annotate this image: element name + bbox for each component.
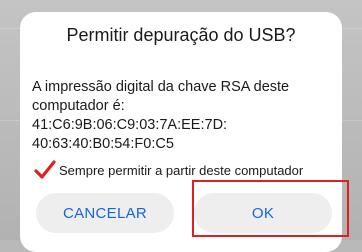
rsa-fingerprint-line: 41:C6:9B:06:C9:03:7A:EE:7D: [32,117,228,133]
always-allow-checkbox[interactable]: Sempre permitir a partir deste computado… [34,160,303,180]
cancel-button[interactable]: CANCELAR [36,193,174,233]
ok-highlight-box [192,180,349,237]
rsa-fingerprint-line: 40:63:40:B0:54:F0:C5 [32,136,174,152]
dialog-title: Permitir depuração do USB? [66,25,296,45]
checkmark-icon[interactable] [34,160,56,180]
message-line: computador é: [32,98,125,114]
dialog-message: A impressão digital da chave RSA deste c… [32,78,332,154]
message-line: A impressão digital da chave RSA deste [32,79,290,95]
always-allow-label[interactable]: Sempre permitir a partir deste computado… [59,163,303,178]
